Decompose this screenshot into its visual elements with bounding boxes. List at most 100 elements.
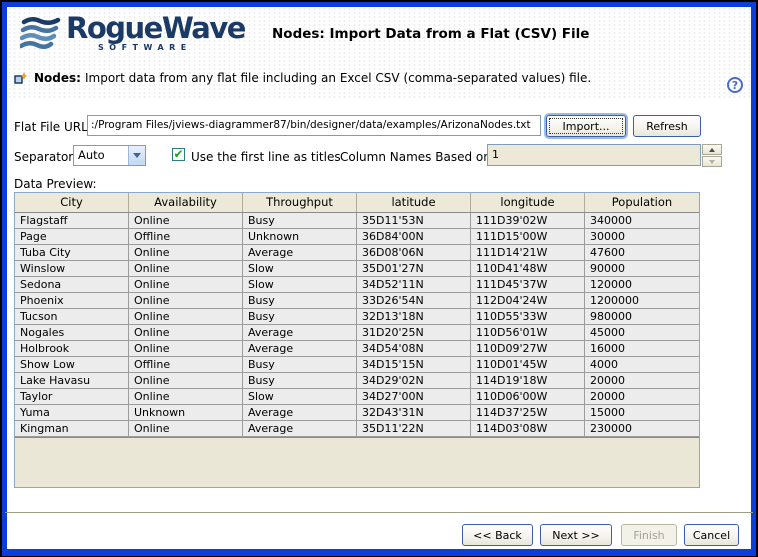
cell-latitude: 32D13'18N bbox=[357, 309, 471, 325]
table-body: Flagstaff Online Busy 35D11'53N 111D39'0… bbox=[15, 212, 699, 438]
cell-latitude: 36D84'00N bbox=[357, 229, 471, 245]
spinner-up-button[interactable] bbox=[702, 144, 722, 155]
table-row[interactable]: Phoenix Online Busy 33D26'54N 112D04'24W… bbox=[15, 293, 699, 309]
cell-availability: Offline bbox=[129, 229, 243, 245]
cell-availability: Unknown bbox=[129, 405, 243, 421]
refresh-button[interactable]: Refresh bbox=[633, 115, 701, 137]
table-row[interactable]: Winslow Online Slow 35D01'27N 110D41'48W… bbox=[15, 261, 699, 277]
column-header-city[interactable]: City bbox=[15, 193, 129, 212]
cell-population: 980000 bbox=[585, 309, 699, 325]
cell-availability: Offline bbox=[129, 357, 243, 373]
cell-city: Nogales bbox=[15, 325, 129, 341]
column-header-longitude[interactable]: longitude bbox=[471, 193, 585, 212]
table-row[interactable]: Nogales Online Average 31D20'25N 110D56'… bbox=[15, 325, 699, 341]
arrow-down-icon bbox=[709, 160, 715, 164]
cell-latitude: 35D01'27N bbox=[357, 261, 471, 277]
cell-population: 4000 bbox=[585, 357, 699, 373]
node-icon bbox=[14, 72, 27, 85]
cell-throughput: Average bbox=[243, 325, 357, 341]
cell-throughput: Busy bbox=[243, 213, 357, 229]
first-line-titles-label: Use the first line as titles bbox=[191, 150, 341, 164]
cell-availability: Online bbox=[129, 421, 243, 437]
table-row[interactable]: Holbrook Online Average 34D54'08N 110D09… bbox=[15, 341, 699, 357]
cell-availability: Online bbox=[129, 309, 243, 325]
cell-throughput: Average bbox=[243, 245, 357, 261]
description-text: Import data from any flat file including… bbox=[85, 71, 591, 85]
column-header-availability[interactable]: Availability bbox=[129, 193, 243, 212]
cell-city: Holbrook bbox=[15, 341, 129, 357]
separator-label: Separator: bbox=[14, 150, 77, 164]
logo-wordmark: RogueWave bbox=[66, 12, 245, 44]
cell-latitude: 31D20'25N bbox=[357, 325, 471, 341]
cell-city: Taylor bbox=[15, 389, 129, 405]
table-row[interactable]: Yuma Unknown Average 32D43'31N 114D37'25… bbox=[15, 405, 699, 421]
finish-button[interactable]: Finish bbox=[621, 524, 677, 546]
cell-longitude: 111D14'21W bbox=[471, 245, 585, 261]
wizard-window: RogueWave SOFTWARE Nodes: Import Data fr… bbox=[0, 0, 758, 557]
cell-city: Winslow bbox=[15, 261, 129, 277]
next-button[interactable]: Next >> bbox=[540, 524, 612, 546]
combo-dropdown-button[interactable] bbox=[128, 146, 145, 165]
cell-latitude: 36D08'06N bbox=[357, 245, 471, 261]
cell-city: Phoenix bbox=[15, 293, 129, 309]
table-row[interactable]: Sedona Online Slow 34D52'11N 111D45'37W … bbox=[15, 277, 699, 293]
column-header-population[interactable]: Population bbox=[585, 193, 699, 212]
cell-availability: Online bbox=[129, 293, 243, 309]
flat-file-url-label: Flat File URL: bbox=[14, 120, 92, 134]
cell-throughput: Busy bbox=[243, 357, 357, 373]
first-line-titles-checkbox[interactable]: ✔ bbox=[172, 148, 185, 161]
separator-select[interactable]: Auto bbox=[73, 145, 146, 166]
cancel-button[interactable]: Cancel bbox=[684, 524, 739, 546]
cell-latitude: 35D11'53N bbox=[357, 213, 471, 229]
cell-throughput: Unknown bbox=[243, 229, 357, 245]
import-button[interactable]: Import... bbox=[546, 115, 626, 137]
cell-population: 230000 bbox=[585, 421, 699, 437]
arrow-up-icon bbox=[709, 148, 715, 152]
table-row[interactable]: Lake Havasu Online Busy 34D29'02N 114D19… bbox=[15, 373, 699, 389]
help-icon[interactable]: ? bbox=[727, 77, 743, 93]
table-row[interactable]: Flagstaff Online Busy 35D11'53N 111D39'0… bbox=[15, 213, 699, 229]
table-row[interactable]: Kingman Online Average 35D11'22N 114D03'… bbox=[15, 421, 699, 437]
column-header-throughput[interactable]: Throughput bbox=[243, 193, 357, 212]
cell-longitude: 111D45'37W bbox=[471, 277, 585, 293]
table-row[interactable]: Tucson Online Busy 32D13'18N 110D55'33W … bbox=[15, 309, 699, 325]
column-names-row-input[interactable]: 1 bbox=[487, 144, 701, 166]
cell-latitude: 34D52'11N bbox=[357, 277, 471, 293]
flat-file-url-input[interactable]: :/Program Files/jviews-diagrammer87/bin/… bbox=[87, 115, 541, 136]
cell-population: 45000 bbox=[585, 325, 699, 341]
cell-population: 340000 bbox=[585, 213, 699, 229]
cell-population: 90000 bbox=[585, 261, 699, 277]
cell-latitude: 34D27'00N bbox=[357, 389, 471, 405]
separator-selected-value: Auto bbox=[78, 148, 105, 162]
back-button[interactable]: << Back bbox=[462, 524, 533, 546]
table-row[interactable]: Tuba City Online Average 36D08'06N 111D1… bbox=[15, 245, 699, 261]
cell-longitude: 110D06'00W bbox=[471, 389, 585, 405]
cell-longitude: 110D01'45W bbox=[471, 357, 585, 373]
cell-city: Kingman bbox=[15, 421, 129, 437]
spinner-down-button[interactable] bbox=[702, 156, 722, 167]
column-header-latitude[interactable]: latitude bbox=[357, 193, 471, 212]
cell-availability: Online bbox=[129, 261, 243, 277]
cell-throughput: Slow bbox=[243, 261, 357, 277]
cell-throughput: Slow bbox=[243, 389, 357, 405]
cell-throughput: Slow bbox=[243, 277, 357, 293]
cell-population: 15000 bbox=[585, 405, 699, 421]
cell-throughput: Busy bbox=[243, 309, 357, 325]
cell-longitude: 111D39'02W bbox=[471, 213, 585, 229]
cell-population: 20000 bbox=[585, 373, 699, 389]
cell-longitude: 110D56'01W bbox=[471, 325, 585, 341]
table-row[interactable]: Page Offline Unknown 36D84'00N 111D15'00… bbox=[15, 229, 699, 245]
cell-availability: Online bbox=[129, 245, 243, 261]
rogue-wave-logo: RogueWave SOFTWARE bbox=[20, 12, 248, 58]
cell-throughput: Average bbox=[243, 421, 357, 437]
page-title: Nodes: Import Data from a Flat (CSV) Fil… bbox=[272, 26, 589, 42]
cell-city: Flagstaff bbox=[15, 213, 129, 229]
wave-icon bbox=[20, 16, 62, 52]
cell-availability: Online bbox=[129, 213, 243, 229]
cell-availability: Online bbox=[129, 277, 243, 293]
cell-latitude: 35D11'22N bbox=[357, 421, 471, 437]
footer-divider bbox=[5, 512, 753, 513]
cell-longitude: 114D03'08W bbox=[471, 421, 585, 437]
table-row[interactable]: Show Low Offline Busy 34D15'15N 110D01'4… bbox=[15, 357, 699, 373]
table-row[interactable]: Taylor Online Slow 34D27'00N 110D06'00W … bbox=[15, 389, 699, 405]
